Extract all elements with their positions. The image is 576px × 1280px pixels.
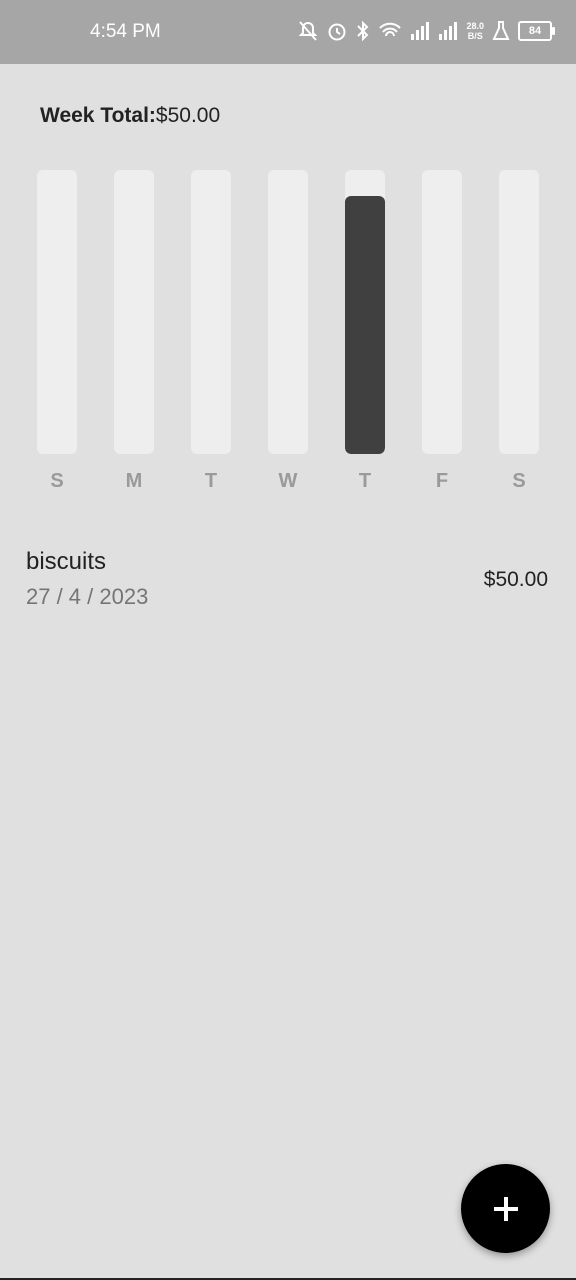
day-label: W: [278, 470, 298, 492]
transaction-amount: $50.00: [483, 568, 548, 591]
day-label: T: [358, 470, 372, 492]
signal-icon: [438, 18, 458, 44]
add-transaction-button[interactable]: [461, 1164, 550, 1253]
net-speed: 28.0 B/S: [466, 21, 484, 41]
bluetooth-icon: [356, 18, 370, 44]
bell-off-icon: [298, 18, 318, 44]
day-label: S: [50, 470, 64, 492]
transaction-title: biscuits: [26, 548, 107, 575]
bar-track: [268, 170, 308, 454]
bar-track: [114, 170, 154, 454]
status-bar: 4:54 PM 28.0 B/S 84: [0, 0, 576, 64]
signal-icon: [410, 18, 430, 44]
day-label: S: [512, 470, 526, 492]
weekly-bar-chart: SMTWTFS: [0, 170, 576, 500]
bar-track: [499, 170, 539, 454]
bar: [345, 196, 385, 454]
week-total: Week Total:$50.00: [40, 104, 220, 128]
day-label: F: [435, 470, 449, 492]
bar-track: [37, 170, 77, 454]
status-time: 4:54 PM: [90, 21, 161, 42]
transaction-date: 27 / 4 / 2023: [26, 584, 149, 609]
wifi-icon: [378, 18, 402, 44]
plus-icon: [493, 1196, 518, 1221]
transaction-item[interactable]: biscuits 27 / 4 / 2023 $50.00: [26, 548, 548, 610]
status-icons: 28.0 B/S 84: [298, 18, 555, 44]
day-label: M: [125, 470, 143, 492]
week-total-label: Week Total:: [40, 104, 156, 127]
net-speed-unit: B/S: [467, 31, 483, 41]
day-label: T: [204, 470, 218, 492]
net-speed-value: 28.0: [466, 21, 484, 31]
bar-track: [191, 170, 231, 454]
flask-icon: [492, 18, 510, 44]
bar-track: [422, 170, 462, 454]
battery-icon: 84: [518, 21, 555, 41]
bar-track: [345, 170, 385, 454]
week-total-value: $50.00: [155, 104, 221, 127]
alarm-icon: [326, 18, 348, 44]
